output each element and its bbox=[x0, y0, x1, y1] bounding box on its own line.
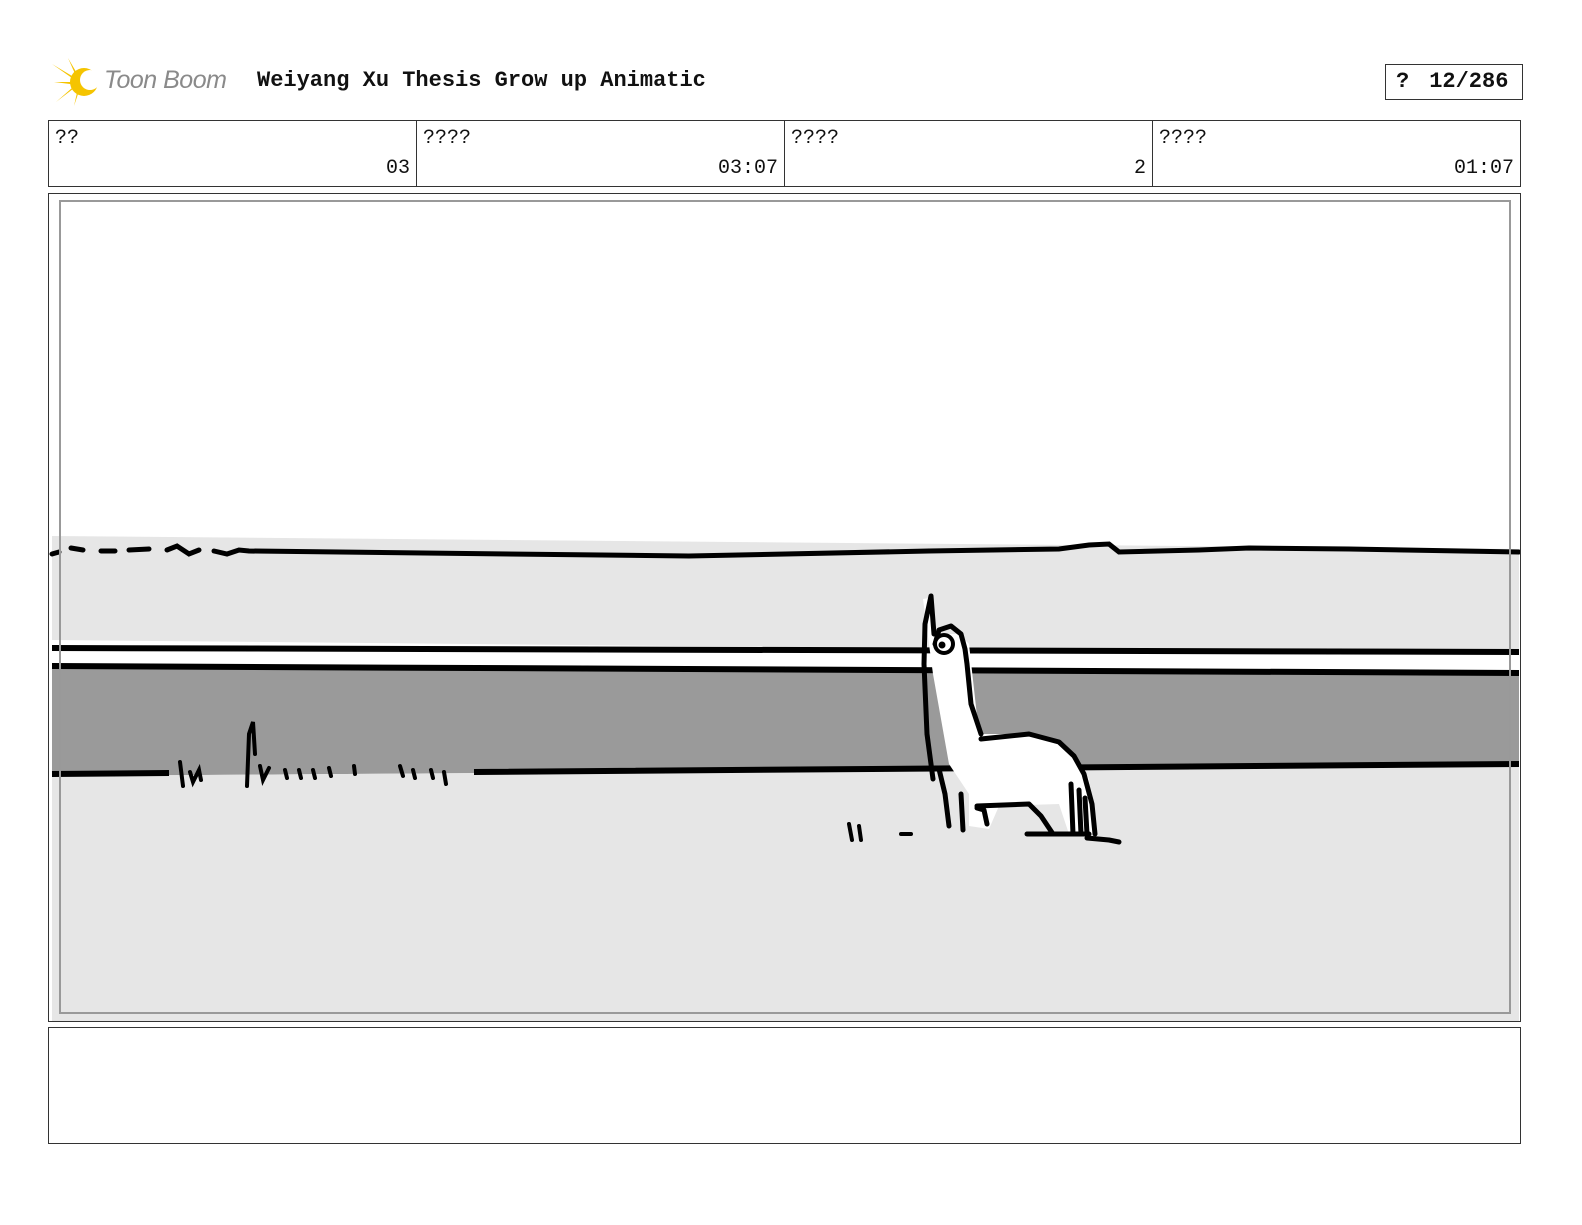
shore-line-1 bbox=[51, 645, 1520, 655]
brand-name: Toon Boom bbox=[104, 66, 227, 94]
info-label: ?? bbox=[55, 127, 80, 150]
water-band bbox=[52, 664, 1519, 776]
storyboard-panel bbox=[48, 193, 1521, 1022]
info-value: 03 bbox=[385, 157, 410, 180]
panel-notes bbox=[48, 1027, 1521, 1144]
info-value: 03:07 bbox=[717, 157, 778, 180]
panel-drawing bbox=[49, 197, 1520, 1021]
info-cell-panel-duration: ???? 01:07 bbox=[1153, 121, 1520, 186]
info-label: ???? bbox=[423, 127, 472, 150]
page-number: 12/286 bbox=[1429, 69, 1509, 94]
info-label: ???? bbox=[1159, 127, 1208, 150]
starburst-icon bbox=[52, 58, 100, 106]
project-title: Weiyang Xu Thesis Grow up Animatic bbox=[257, 68, 706, 93]
toon-boom-logo: Toon Boom bbox=[52, 56, 252, 106]
info-cell-panel: ???? 2 bbox=[785, 121, 1153, 186]
info-value: 01:07 bbox=[1453, 157, 1514, 180]
info-label: ???? bbox=[791, 127, 840, 150]
info-cell-duration: ???? 03:07 bbox=[417, 121, 785, 186]
panel-info-row: ?? 03 ???? 03:07 ???? 2 ???? 01:07 bbox=[48, 120, 1521, 187]
page-counter: ? 12/286 bbox=[1385, 64, 1523, 100]
near-ground bbox=[52, 766, 1519, 1020]
info-cell-scene: ?? 03 bbox=[49, 121, 417, 186]
storyboard-header: Toon Boom Weiyang Xu Thesis Grow up Anim… bbox=[52, 56, 1540, 106]
page-prefix: ? bbox=[1396, 69, 1410, 94]
info-value: 2 bbox=[1133, 157, 1146, 180]
